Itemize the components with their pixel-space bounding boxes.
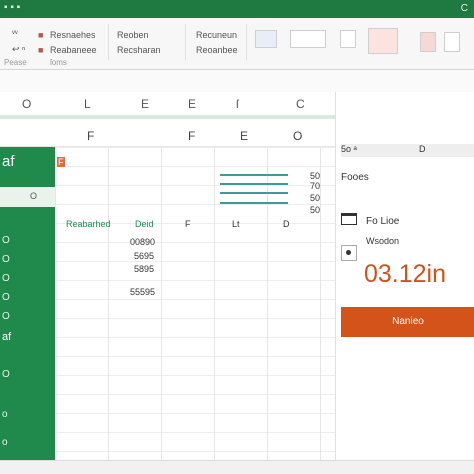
sidebar: af O O O O O O af O o o: [0, 147, 55, 474]
spreadsheet-grid[interactable]: F 50 70 50 50 Reabarhed Deid F Lt D 0089…: [55, 147, 335, 474]
ribbon-button-5[interactable]: Recuneun: [196, 30, 237, 40]
panel-header-left: 5o ᵃ: [341, 144, 357, 154]
sidebar-mark[interactable]: o: [2, 409, 8, 420]
ribbon-label-1: Pease: [4, 58, 27, 67]
format-icon[interactable]: [444, 32, 460, 52]
sidebar-mark[interactable]: O: [2, 254, 10, 265]
value-cell[interactable]: 5695: [134, 251, 154, 261]
value-cell[interactable]: 5895: [134, 264, 154, 274]
window-controls[interactable]: C: [461, 3, 468, 14]
ribbon-separator: [246, 24, 247, 60]
right-value[interactable]: 50: [310, 205, 320, 215]
sidebar-selected-item[interactable]: O: [0, 187, 55, 207]
title-bar: ▪ ▪ ▪ C: [0, 0, 474, 18]
header-cell[interactable]: D: [283, 219, 290, 229]
ribbon-button-1[interactable]: Resnaehes: [50, 30, 96, 40]
data-bar: [220, 192, 288, 194]
data-bar: [220, 183, 288, 185]
panel-header: 5o ᵃ D: [341, 144, 474, 157]
insert-icon[interactable]: [368, 28, 398, 54]
panel-line: Fooes: [341, 172, 369, 183]
row-cell[interactable]: O: [293, 129, 302, 143]
row-cell[interactable]: F: [87, 129, 94, 143]
column-header[interactable]: E: [188, 97, 196, 111]
ribbon-format-icon[interactable]: ■: [38, 30, 43, 40]
option-sub-label: Wsodon: [366, 236, 400, 246]
sidebar-mark[interactable]: o: [2, 437, 8, 448]
corner-mark: F: [57, 157, 65, 167]
radio-icon[interactable]: [341, 245, 357, 261]
sidebar-item-label: O: [30, 191, 38, 201]
ribbon-button-3[interactable]: Reoben: [117, 30, 149, 40]
column-header[interactable]: ſ: [236, 97, 239, 111]
header-cell[interactable]: Deid: [135, 219, 154, 229]
value-cell[interactable]: 55595: [130, 287, 155, 297]
data-bar: [220, 174, 288, 176]
sidebar-mark[interactable]: O: [2, 369, 10, 380]
checkbox-icon[interactable]: [341, 213, 357, 225]
big-value: 03.12in: [364, 260, 447, 288]
sidebar-mark[interactable]: O: [2, 235, 10, 246]
sidebar-mark[interactable]: O: [2, 273, 10, 284]
column-header[interactable]: C: [296, 97, 305, 111]
row-cell[interactable]: E: [240, 129, 248, 143]
ribbon-button-4[interactable]: Recsharan: [117, 45, 161, 55]
ribbon-style-icon[interactable]: ■: [38, 45, 43, 55]
column-header[interactable]: L: [84, 97, 91, 111]
header-cell[interactable]: Reabarhed: [66, 219, 111, 229]
right-value[interactable]: 50: [310, 193, 320, 203]
ribbon-label-2: ſoms: [50, 58, 67, 67]
right-value[interactable]: 70: [310, 181, 320, 191]
sidebar-mark[interactable]: O: [2, 311, 10, 322]
sidebar-mark[interactable]: O: [2, 292, 10, 303]
ribbon-left-row-1[interactable]: ᵛ͏ᵛ: [12, 28, 18, 38]
data-bar: [220, 202, 288, 204]
primary-action-button[interactable]: Nanieo: [341, 307, 474, 337]
column-header[interactable]: O: [22, 97, 31, 111]
column-header[interactable]: E: [141, 97, 149, 111]
header-cell[interactable]: Lt: [232, 219, 240, 229]
ribbon-button-6[interactable]: Reoanbee: [196, 45, 238, 55]
ribbon-group-labels: Pease ſoms: [0, 58, 474, 70]
quick-access-toolbar[interactable]: ▪ ▪ ▪: [4, 2, 20, 13]
ribbon-left-row-2[interactable]: ↩ ⁿ: [12, 44, 25, 55]
ribbon-separator: [185, 24, 186, 60]
delete-icon[interactable]: [420, 32, 436, 52]
header-row: F F E O: [0, 119, 335, 147]
row-cell[interactable]: F: [188, 129, 195, 143]
table-style-icon[interactable]: [255, 30, 277, 48]
header-cell[interactable]: F: [185, 219, 191, 229]
sidebar-mark[interactable]: af: [2, 331, 11, 343]
option-label[interactable]: Fo Lioe: [366, 216, 399, 227]
horizontal-scrollbar[interactable]: [0, 460, 474, 474]
right-value[interactable]: 50: [310, 171, 320, 181]
side-panel: 5o ᵃ D Fooes Fo Lioe Wsodon 03.12in Nani…: [335, 92, 474, 474]
format-preview-icon[interactable]: [290, 30, 326, 48]
ribbon-separator: [108, 24, 109, 60]
cell-style-icon[interactable]: [340, 30, 356, 48]
panel-header-right: D: [419, 144, 426, 154]
value-cell[interactable]: 00890: [130, 237, 155, 247]
column-headers: O L E E ſ C: [0, 92, 335, 116]
sidebar-title: af: [2, 153, 15, 170]
ribbon-button-2[interactable]: Reabaneee: [50, 45, 97, 55]
